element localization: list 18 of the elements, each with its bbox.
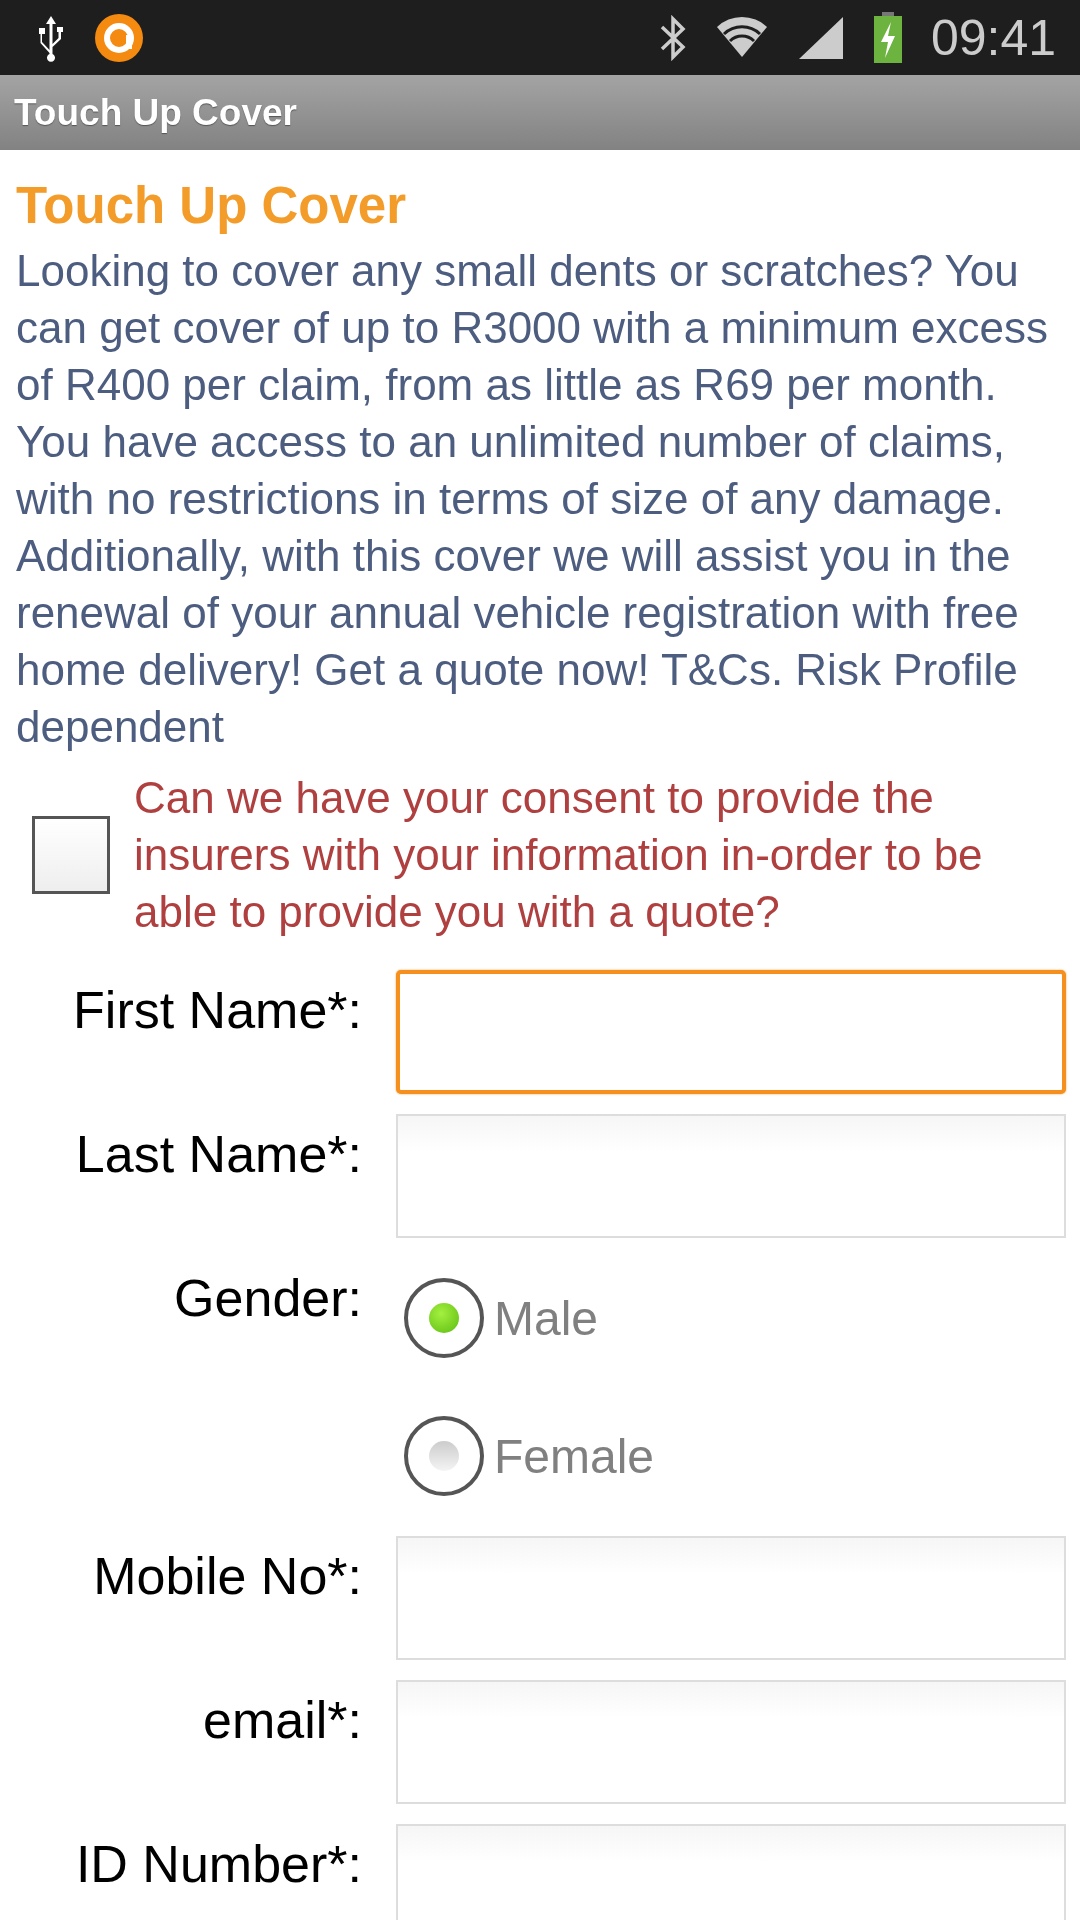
page-heading: Touch Up Cover (16, 176, 408, 236)
battery-icon (872, 11, 903, 64)
field-label: Mobile No*: (92, 1546, 362, 1607)
field-label: ID Number*: (74, 1834, 362, 1895)
bluetooth-icon (658, 14, 687, 61)
input-field[interactable] (396, 970, 1066, 1094)
radio-option[interactable]: Female (404, 1416, 1066, 1496)
app-icon (94, 12, 144, 63)
field-label: Last Name*: (74, 1124, 362, 1185)
description-text: Looking to cover any small dents or scratches? You can get cover of up to R3000 with a minimum excess of R400 per claim, from as little as R69 per month. You have access to an unlimited number of claims, with no restrictions in terms of size of any damage. Additionally, with this cover we will assist you in the renewal of your annual vehicle registration with free home delivery! Get a quote now! T&Cs. Risk Profile dependent (16, 245, 1050, 753)
clock-time: 09:41 (930, 8, 1056, 67)
field-label: First Name*: (72, 980, 362, 1041)
app-title: Touch Up Cover (14, 91, 297, 134)
radio-option[interactable]: Male (404, 1278, 1066, 1358)
field-label: email*: (202, 1690, 362, 1751)
consent-checkbox[interactable] (32, 815, 110, 894)
consent-text: Can we have your consent to provide the insurers with your information in-order to be able to provide you with a quote? (134, 772, 984, 938)
field-label: Gender: (173, 1268, 362, 1329)
